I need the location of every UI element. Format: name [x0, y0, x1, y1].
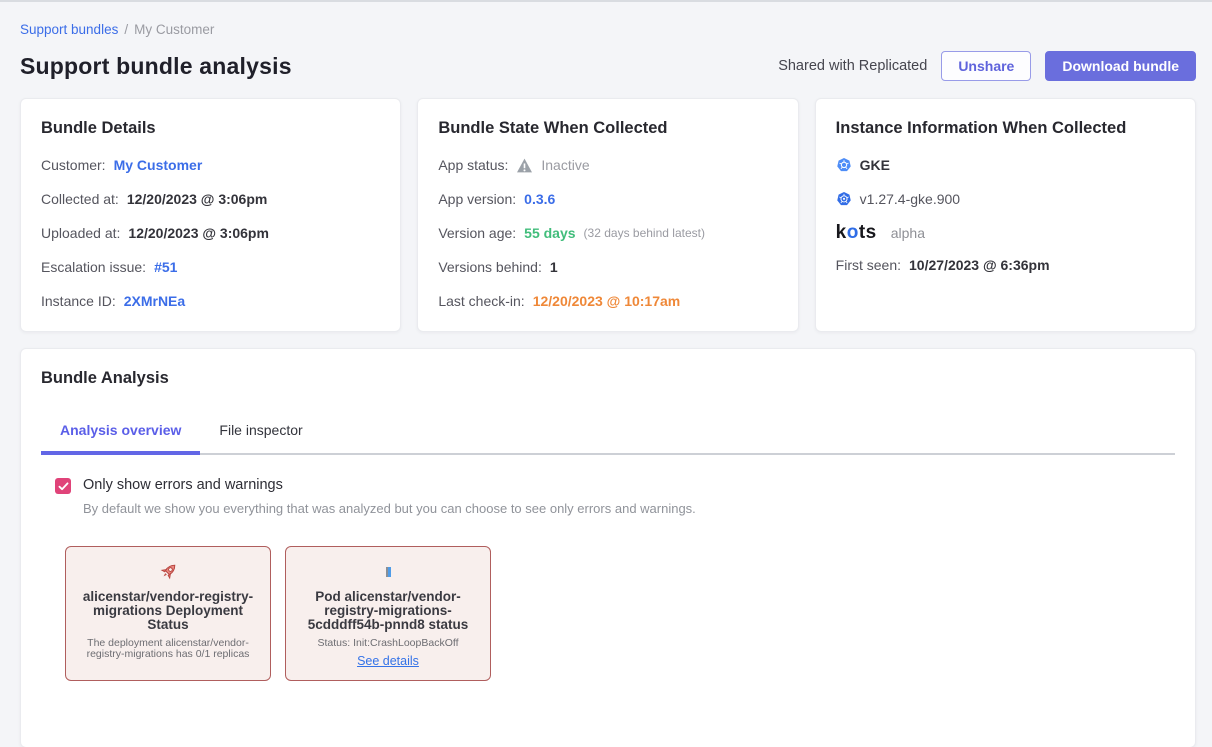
- warning-icon: [516, 158, 533, 173]
- instance-id-row: Instance ID: 2XMrNEa: [41, 291, 380, 311]
- k8s-version-row: v1.27.4-gke.900: [836, 189, 1175, 209]
- versions-behind-row: Versions behind: 1: [438, 257, 777, 277]
- bundle-analysis-card: Bundle Analysis Analysis overview File i…: [20, 348, 1196, 747]
- bundle-analysis-title: Bundle Analysis: [41, 369, 1175, 388]
- instance-info-card: Instance Information When Collected GKE: [815, 98, 1196, 332]
- breadcrumb-separator: /: [124, 22, 128, 37]
- only-errors-checkbox[interactable]: [55, 478, 71, 494]
- kots-logo: kots: [836, 223, 877, 243]
- breadcrumb-link-support-bundles[interactable]: Support bundles: [20, 22, 118, 37]
- tab-analysis-overview[interactable]: Analysis overview: [41, 414, 200, 455]
- rocket-icon: [75, 560, 261, 584]
- kots-ts: ts: [859, 222, 877, 243]
- info-cards-row: Bundle Details Customer: My Customer Col…: [20, 98, 1196, 332]
- analysis-result-pod-status[interactable]: Pod alicenstar/vendor-registry-migration…: [285, 546, 491, 681]
- app-version-label: App version:: [438, 189, 516, 209]
- versions-behind-label: Versions behind:: [438, 257, 542, 277]
- bundle-details-title: Bundle Details: [41, 119, 380, 138]
- customer-row: Customer: My Customer: [41, 155, 380, 175]
- k8s-version-value: v1.27.4-gke.900: [860, 189, 960, 209]
- unshare-button[interactable]: Unshare: [941, 51, 1031, 81]
- customer-link[interactable]: My Customer: [114, 155, 203, 175]
- customer-label: Customer:: [41, 155, 106, 175]
- gke-distribution-icon: [836, 157, 852, 173]
- collected-at-value: 12/20/2023 @ 3:06pm: [127, 189, 268, 209]
- version-age-row: Version age: 55 days (32 days behind lat…: [438, 223, 777, 243]
- filter-description: By default we show you everything that w…: [83, 501, 696, 516]
- collected-at-label: Collected at:: [41, 189, 119, 209]
- result-title: Pod alicenstar/vendor-registry-migration…: [295, 590, 481, 632]
- versions-behind-value: 1: [550, 257, 558, 277]
- escalation-issue-row: Escalation issue: #51: [41, 257, 380, 277]
- kots-row: kots alpha: [836, 223, 1175, 243]
- result-detail: The deployment alicenstar/vendor-registr…: [75, 638, 261, 660]
- bundle-details-card: Bundle Details Customer: My Customer Col…: [20, 98, 401, 332]
- bundle-state-card: Bundle State When Collected App status: …: [417, 98, 798, 332]
- last-checkin-row: Last check-in: 12/20/2023 @ 10:17am: [438, 291, 777, 311]
- version-age-note: (32 days behind latest): [584, 223, 705, 243]
- kots-channel-tag: alpha: [891, 223, 925, 243]
- filter-row: Only show errors and warnings By default…: [41, 476, 1175, 516]
- filter-label: Only show errors and warnings: [83, 476, 696, 494]
- see-details-link[interactable]: See details: [357, 654, 419, 668]
- result-detail: Status: Init:CrashLoopBackOff: [295, 638, 481, 649]
- breadcrumb: Support bundles / My Customer: [20, 22, 1196, 37]
- kots-o: o: [847, 222, 859, 243]
- version-age-value: 55 days: [524, 223, 575, 243]
- app-status-row: App status: Inactive: [438, 155, 777, 175]
- tab-file-inspector[interactable]: File inspector: [200, 414, 321, 455]
- pod-icon: [295, 560, 481, 584]
- instance-id-label: Instance ID:: [41, 291, 116, 311]
- instance-id-link[interactable]: 2XMrNEa: [124, 291, 185, 311]
- breadcrumb-current: My Customer: [134, 22, 214, 37]
- first-seen-value: 10/27/2023 @ 6:36pm: [909, 255, 1050, 275]
- page-title: Support bundle analysis: [20, 53, 292, 80]
- last-checkin-label: Last check-in:: [438, 291, 524, 311]
- filter-text-block: Only show errors and warnings By default…: [83, 476, 696, 516]
- kubernetes-icon: [836, 191, 852, 207]
- first-seen-label: First seen:: [836, 255, 901, 275]
- version-age-label: Version age:: [438, 223, 516, 243]
- uploaded-at-label: Uploaded at:: [41, 223, 120, 243]
- header-actions: Shared with Replicated Unshare Download …: [778, 51, 1196, 81]
- uploaded-at-value: 12/20/2023 @ 3:06pm: [128, 223, 269, 243]
- app-status-label: App status:: [438, 155, 508, 175]
- instance-info-title: Instance Information When Collected: [836, 119, 1175, 138]
- result-title: alicenstar/vendor-registry-migrations De…: [75, 590, 261, 632]
- shared-status-text: Shared with Replicated: [778, 58, 927, 74]
- bundle-state-title: Bundle State When Collected: [438, 119, 777, 138]
- escalation-issue-label: Escalation issue:: [41, 257, 146, 277]
- app-version-row: App version: 0.3.6: [438, 189, 777, 209]
- uploaded-at-row: Uploaded at: 12/20/2023 @ 3:06pm: [41, 223, 380, 243]
- page: Support bundles / My Customer Support bu…: [0, 2, 1212, 747]
- distribution-value: GKE: [860, 155, 890, 175]
- first-seen-row: First seen: 10/27/2023 @ 6:36pm: [836, 255, 1175, 275]
- escalation-issue-link[interactable]: #51: [154, 257, 177, 277]
- header: Support bundle analysis Shared with Repl…: [20, 51, 1196, 81]
- app-status-value: Inactive: [541, 155, 589, 175]
- download-bundle-button[interactable]: Download bundle: [1045, 51, 1196, 81]
- collected-at-row: Collected at: 12/20/2023 @ 3:06pm: [41, 189, 380, 209]
- last-checkin-value: 12/20/2023 @ 10:17am: [533, 291, 681, 311]
- analysis-result-deployment-status[interactable]: alicenstar/vendor-registry-migrations De…: [65, 546, 271, 681]
- analysis-results: alicenstar/vendor-registry-migrations De…: [41, 546, 1175, 681]
- kots-k: k: [836, 222, 847, 243]
- analysis-tabs: Analysis overview File inspector: [41, 414, 1175, 455]
- app-version-link[interactable]: 0.3.6: [524, 189, 555, 209]
- distribution-row: GKE: [836, 155, 1175, 175]
